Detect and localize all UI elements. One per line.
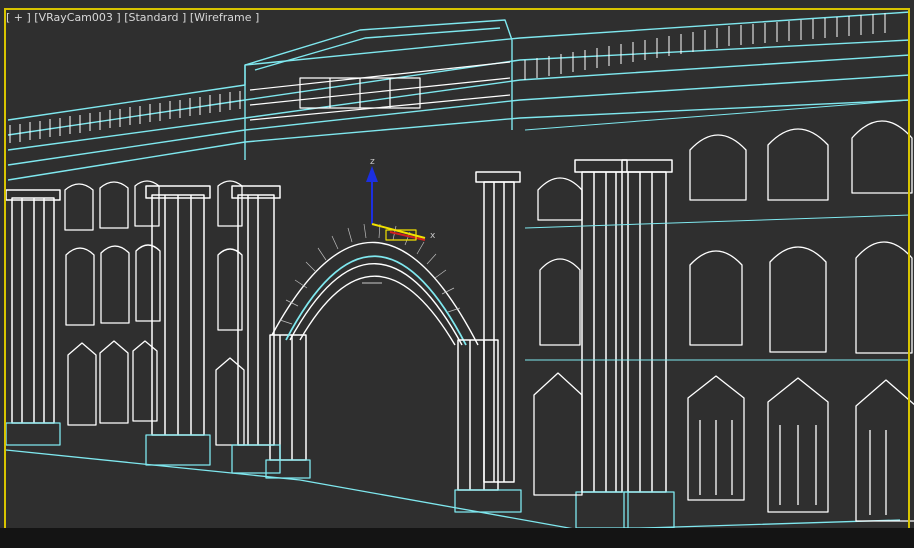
gizmo-x-label: x: [430, 231, 436, 241]
viewport-menu-button[interactable]: [ + ]: [6, 11, 31, 24]
camera-selector[interactable]: [VRayCam003 ]: [34, 11, 120, 24]
right-plinths: [575, 491, 675, 529]
left-plinths: [5, 422, 901, 531]
left-wing-windows: [64, 180, 245, 446]
central-arch: [271, 241, 479, 346]
right-columns: [475, 159, 673, 493]
shading-standard-selector[interactable]: [Standard ]: [124, 11, 186, 24]
arch-pier-right: [457, 339, 499, 491]
3d-viewport[interactable]: z x [ + ] [VRayCam003 ] [Standard ] [Wir…: [0, 0, 914, 548]
transform-gizmo: [362, 166, 426, 284]
wireframe-scene[interactable]: z x: [0, 0, 914, 548]
arch-outline: [285, 255, 467, 346]
right-wing-windows: [533, 120, 914, 522]
viewport-bottom-edge: [0, 528, 914, 548]
shading-wireframe-selector[interactable]: [Wireframe ]: [190, 11, 259, 24]
gizmo-z-label: z: [370, 157, 375, 167]
viewport-label-bar: [ + ] [VRayCam003 ] [Standard ] [Wirefra…: [6, 11, 259, 24]
left-columns: [5, 185, 307, 461]
arch-pier-plinth: [454, 489, 522, 513]
roof-cornice: [7, 11, 911, 181]
